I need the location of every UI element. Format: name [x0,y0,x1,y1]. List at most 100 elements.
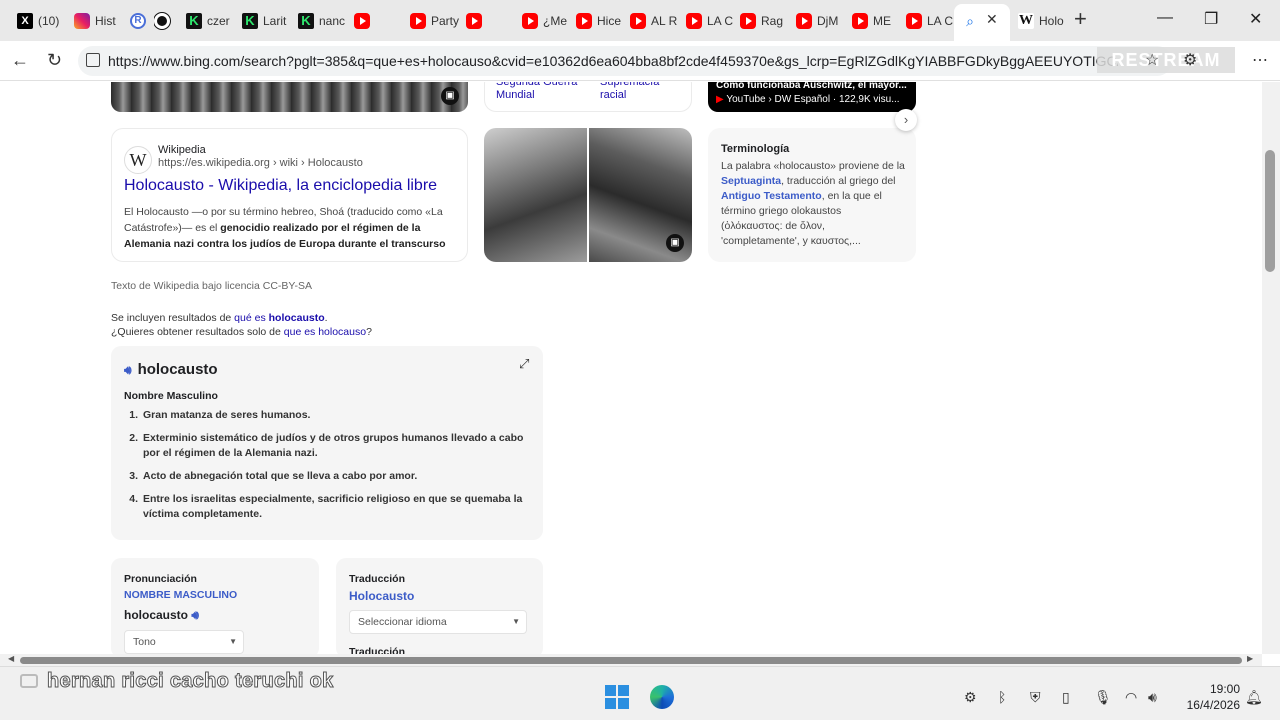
tab-label: ¿Me [543,13,567,28]
restore-icon[interactable]: ❐ [1204,9,1218,29]
edge-browser-icon[interactable] [650,685,674,709]
vertical-scrollbar[interactable] [1262,82,1280,654]
part-of-speech: Nombre Masculino [124,390,218,402]
tab[interactable]: Party [410,6,460,35]
youtube-icon [576,12,592,29]
tab[interactable]: LA C [686,6,736,35]
tab-close-icon[interactable]: ✕ [986,11,998,28]
tab[interactable]: DjM [796,6,846,35]
translation-heading-2: Traducción [349,646,406,654]
related-link-1[interactable]: Segunda Guerra Mundial [496,82,586,102]
chevron-down-icon: ▼ [229,637,237,646]
tab[interactable]: W Holo [1018,6,1068,35]
notice-text: ¿Quieres obtener resultados solo de [111,326,284,338]
wikipedia-result-card: W Wikipedia https://es.wikipedia.org › w… [111,128,468,262]
corrected-query-link[interactable]: qué es holocausto [234,312,324,324]
pronunciation-word: holocausto 🔊︎ [124,608,199,623]
address-bar-row: ← ↻ https://www.bing.com/search?pglt=385… [0,41,1280,81]
usb-icon[interactable]: ▯ [1062,689,1070,706]
video-meta-text: YouTube › DW Español · 122,9K visu... [726,94,900,105]
antiguo-testamento-link[interactable]: Antiguo Testamento [721,190,822,202]
result-image-2[interactable]: ▣ [589,128,692,262]
speaker-icon[interactable]: 🔊︎ [124,363,132,378]
tab-label: (10) [38,13,60,28]
tab[interactable]: Rag [740,6,790,35]
extensions-icon[interactable]: ⚙ [1183,50,1197,70]
site-info-icon[interactable] [86,53,100,67]
url-text[interactable]: https://www.bing.com/search?pglt=385&q=q… [108,53,1118,69]
tab-label: Larit [263,13,287,28]
definition-item: 3. Acto de abnegación total que se lleva … [124,469,524,484]
bluetooth-icon[interactable]: ᛒ [998,689,1006,705]
carousel-next-button[interactable]: › [895,109,917,131]
septuaginta-link[interactable]: Septuaginta [721,175,781,187]
microphone-icon[interactable]: 🎙︎ [1094,689,1112,706]
tab[interactable]: LA C [906,6,956,35]
minimize-icon[interactable]: — [1157,9,1173,27]
kick-icon: K [242,12,258,29]
tab[interactable] [354,6,404,35]
tab[interactable]: Hice [576,6,626,35]
tab-label: Hice [597,13,622,28]
result-image-strip[interactable]: ▣ [111,82,468,112]
back-button[interactable]: ← [11,50,29,71]
scroll-right-icon[interactable]: ▶ [1247,654,1253,663]
original-query-link[interactable]: que es holocauso [284,326,366,338]
scroll-left-icon[interactable]: ◀ [8,654,14,663]
volume-icon[interactable]: 🔊︎ [1148,689,1157,706]
x-icon: X [17,12,33,29]
favorite-star-icon[interactable]: ☆ [1145,50,1159,70]
related-link-2[interactable]: Supremacía racial [600,82,680,102]
start-button[interactable] [605,685,629,709]
address-bar[interactable]: https://www.bing.com/search?pglt=385&q=q… [78,46,1172,76]
clock[interactable]: 19:00 16/4/2026 [1180,681,1240,713]
tab[interactable] [466,6,516,35]
result-image-1[interactable] [484,128,587,262]
terms-text: La palabra «holocausto» proviene de la [721,160,905,172]
speaker-icon[interactable]: 🔊︎ [191,608,199,622]
tab-label: AL R [651,13,678,28]
definition-text: Exterminio sistemático de judíos y de ot… [143,432,524,459]
youtube-icon [740,12,756,29]
tab[interactable]: K Larit [242,6,292,35]
wifi-icon[interactable]: ◠ [1125,689,1137,706]
wikipedia-icon: W [1018,12,1034,29]
notice-text: . [324,312,328,324]
caption-icon [20,674,38,688]
horizontal-scroll-thumb[interactable] [20,657,1242,664]
tab[interactable]: Knanc [298,6,348,35]
tab[interactable]: X (10) [17,6,67,35]
tab[interactable]: ME [852,6,902,35]
window-close-icon[interactable]: ✕ [1249,9,1262,29]
reload-button[interactable]: ↻ [47,50,62,71]
r-icon: R [130,12,146,29]
more-menu-icon[interactable]: ⋯ [1252,50,1268,70]
tab[interactable]: Hist [74,6,124,35]
tab[interactable]: Kczer [186,6,236,35]
tab[interactable]: ¿Me [522,6,572,35]
tab-label: LA C [707,13,734,28]
terminology-card: Terminología La palabra «holocausto» pro… [708,128,916,262]
expand-icon[interactable]: ⤢ [519,356,529,372]
notification-bell-icon[interactable]: 🔔︎ [1245,689,1263,706]
defender-icon[interactable]: ⛨ [1030,689,1041,706]
horizontal-scrollbar[interactable]: ◀ ▶ [0,654,1262,666]
result-title-link[interactable]: Holocausto - Wikipedia, la enciclopedia … [124,177,437,195]
video-result-card[interactable]: Cómo funcionaba Auschwitz, el mayor... ▶… [708,82,916,112]
tab[interactable]: AL R [630,6,680,35]
youtube-icon [630,12,646,29]
definition-item: 2. Exterminio sistemático de judíos y de … [124,431,524,461]
license-text: Texto de Wikipedia bajo licencia CC-BY-S… [111,280,312,292]
result-url[interactable]: https://es.wikipedia.org › wiki › Holoca… [158,157,363,169]
language-select[interactable]: Seleccionar idioma ▼ [349,610,527,634]
clock-date: 16/4/2026 [1186,698,1240,712]
youtube-icon: ▶ [716,94,724,105]
settings-tray-icon[interactable]: ⚙ [964,689,977,706]
definition-number: 2. [129,432,138,444]
youtube-icon [852,12,868,29]
vertical-scroll-thumb[interactable] [1265,150,1275,272]
tone-select[interactable]: Tono ▼ [124,630,244,654]
definition-number: 3. [129,470,138,482]
new-tab-button[interactable]: + [1074,8,1087,30]
pronunciation-heading: Pronunciación [124,573,197,585]
